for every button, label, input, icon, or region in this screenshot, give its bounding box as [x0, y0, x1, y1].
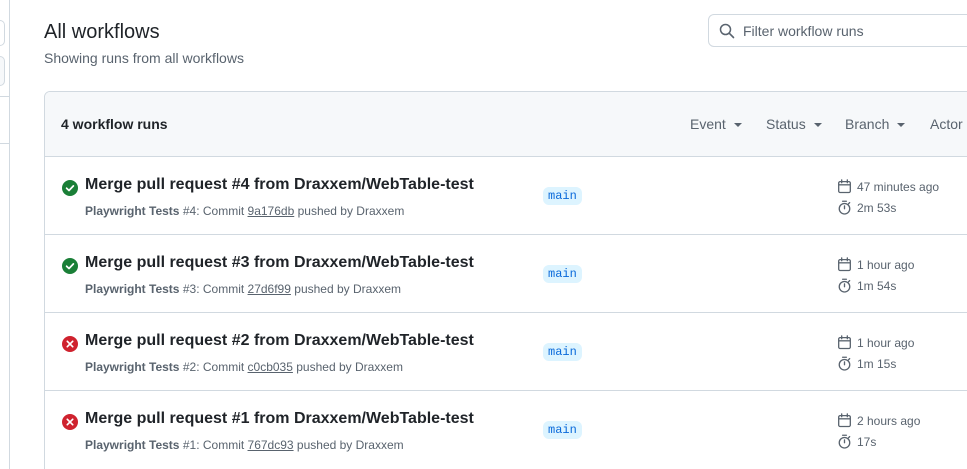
- runs-count: 4 workflow runs: [61, 116, 168, 132]
- page-title: All workflows: [44, 21, 160, 43]
- workflow-name: Playwright Tests: [85, 438, 180, 452]
- run-started: 1 hour ago: [837, 257, 914, 272]
- run-title[interactable]: Merge pull request #4 from Draxxem/WebTa…: [85, 176, 474, 194]
- branch-filter-menu[interactable]: Branch: [845, 116, 906, 132]
- run-started-text: 2 hours ago: [857, 413, 921, 428]
- workflow-run-row[interactable]: Merge pull request #4 from Draxxem/WebTa…: [45, 157, 967, 235]
- sidebar-button[interactable]: [0, 20, 5, 46]
- stopwatch-icon: [838, 200, 851, 215]
- workflow-name: Playwright Tests: [85, 282, 180, 296]
- workflow-run-row[interactable]: Merge pull request #1 from Draxxem/WebTa…: [45, 391, 967, 469]
- stopwatch-icon: [838, 278, 851, 293]
- workflow-name: Playwright Tests: [85, 360, 180, 374]
- chevron-down-icon: [733, 122, 742, 127]
- commit-prefix: : Commit: [196, 204, 245, 218]
- run-duration-text: 17s: [857, 434, 877, 449]
- check-circle-fill-icon: [62, 180, 78, 196]
- sidebar-item-selected[interactable]: [0, 56, 5, 86]
- stopwatch-icon: [838, 434, 851, 449]
- filter-workflow-runs-box[interactable]: [708, 14, 967, 47]
- calendar-icon: [838, 179, 851, 194]
- run-duration: 1m 15s: [837, 356, 896, 371]
- filter-workflow-runs-input[interactable]: [743, 22, 967, 39]
- run-number: #2: [182, 360, 197, 374]
- pushed-by: pushed by Draxxem: [296, 438, 404, 452]
- run-number: #3: [182, 282, 197, 296]
- status-filter-label: Status: [766, 116, 806, 132]
- run-duration-text: 1m 15s: [857, 356, 897, 371]
- calendar-icon: [838, 413, 851, 428]
- run-started: 1 hour ago: [837, 335, 914, 350]
- page-subtitle: Showing runs from all workflows: [44, 50, 244, 66]
- event-filter-menu[interactable]: Event: [690, 116, 742, 132]
- run-started-text: 1 hour ago: [857, 257, 915, 272]
- commit-sha-link[interactable]: 27d6f99: [248, 282, 291, 296]
- sidebar-divider: [0, 143, 10, 144]
- run-duration: 17s: [837, 434, 876, 449]
- pushed-by: pushed by Draxxem: [297, 204, 405, 218]
- branch-label[interactable]: main: [543, 343, 582, 361]
- commit-sha-link[interactable]: 767dc93: [248, 438, 294, 452]
- run-started-text: 1 hour ago: [857, 335, 915, 350]
- workflow-run-row[interactable]: Merge pull request #3 from Draxxem/WebTa…: [45, 235, 967, 313]
- run-started: 2 hours ago: [837, 413, 920, 428]
- actor-filter-menu[interactable]: Actor: [930, 116, 967, 132]
- run-duration-text: 1m 54s: [857, 278, 897, 293]
- workflow-runs-list: 4 workflow runs Event Status Branch Acto…: [44, 91, 967, 469]
- commit-prefix: : Commit: [196, 360, 245, 374]
- chevron-down-icon: [813, 122, 822, 127]
- commit-sha-link[interactable]: c0cb035: [248, 360, 293, 374]
- run-number: #4: [182, 204, 197, 218]
- branch-label[interactable]: main: [543, 187, 582, 205]
- stopwatch-icon: [838, 356, 851, 371]
- x-circle-fill-icon: [62, 336, 78, 352]
- pushed-by: pushed by Draxxem: [294, 282, 401, 296]
- run-title[interactable]: Merge pull request #2 from Draxxem/WebTa…: [85, 332, 474, 350]
- workflow-run-row[interactable]: Merge pull request #2 from Draxxem/WebTa…: [45, 313, 967, 391]
- sidebar-divider: [0, 96, 10, 97]
- pushed-by: pushed by Draxxem: [296, 360, 403, 374]
- actor-filter-label: Actor: [930, 116, 963, 132]
- x-circle-fill-icon: [62, 414, 78, 430]
- run-meta: Playwright Tests #1: Commit 767dc93 push…: [85, 438, 404, 452]
- run-duration: 2m 53s: [837, 200, 896, 215]
- commit-sha-link[interactable]: 9a176db: [248, 204, 295, 218]
- calendar-icon: [838, 257, 851, 272]
- check-circle-fill-icon: [62, 258, 78, 274]
- status-filter-menu[interactable]: Status: [766, 116, 822, 132]
- run-title[interactable]: Merge pull request #1 from Draxxem/WebTa…: [85, 410, 474, 428]
- run-duration: 1m 54s: [837, 278, 896, 293]
- run-meta: Playwright Tests #4: Commit 9a176db push…: [85, 204, 404, 218]
- run-meta: Playwright Tests #2: Commit c0cb035 push…: [85, 360, 403, 374]
- runs-list-header: 4 workflow runs Event Status Branch Acto…: [45, 92, 967, 157]
- run-started-text: 47 minutes ago: [857, 179, 940, 194]
- commit-prefix: : Commit: [196, 282, 245, 296]
- run-duration-text: 2m 53s: [857, 200, 897, 215]
- event-filter-label: Event: [690, 116, 726, 132]
- commit-prefix: : Commit: [196, 438, 245, 452]
- chevron-down-icon: [897, 122, 906, 127]
- calendar-icon: [838, 335, 851, 350]
- branch-label[interactable]: main: [543, 265, 582, 283]
- run-meta: Playwright Tests #3: Commit 27d6f99 push…: [85, 282, 401, 296]
- branch-filter-label: Branch: [845, 116, 890, 132]
- branch-label[interactable]: main: [543, 421, 582, 439]
- workflow-name: Playwright Tests: [85, 204, 180, 218]
- run-number: #1: [182, 438, 197, 452]
- run-started: 47 minutes ago: [837, 179, 939, 194]
- run-title[interactable]: Merge pull request #3 from Draxxem/WebTa…: [85, 254, 474, 272]
- search-icon: [719, 23, 735, 38]
